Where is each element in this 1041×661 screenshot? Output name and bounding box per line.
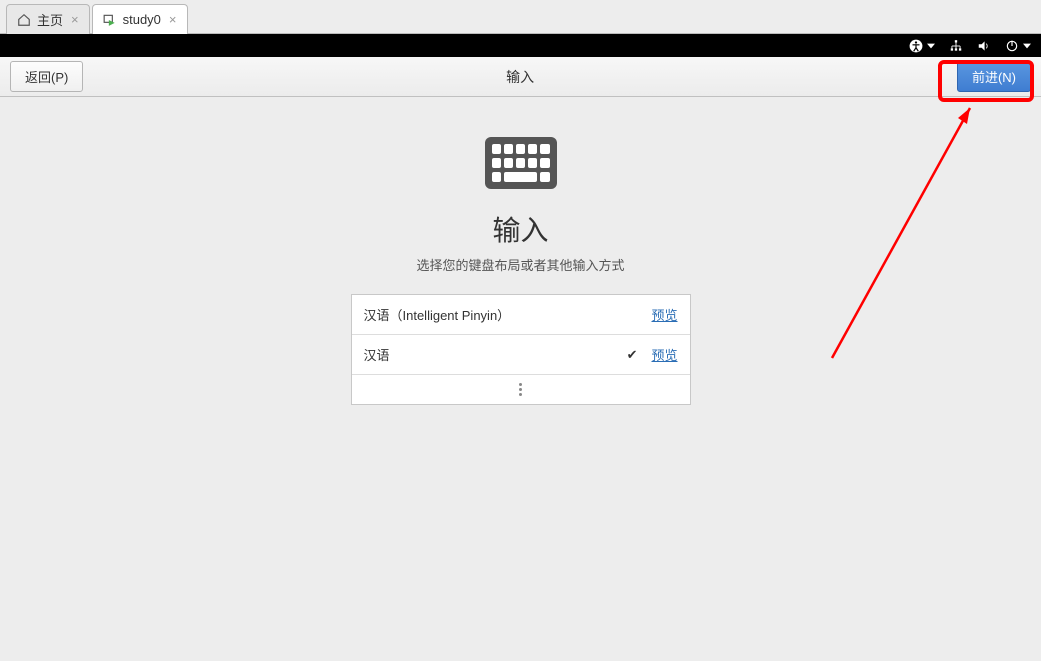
preview-link[interactable]: 预览 [651, 305, 677, 324]
close-icon[interactable]: × [169, 12, 177, 27]
chevron-down-icon[interactable] [927, 42, 935, 50]
list-item-label: 汉语 [364, 345, 627, 364]
network-icon[interactable] [949, 39, 963, 53]
next-button[interactable]: 前进(N) [957, 61, 1031, 92]
volume-icon[interactable] [977, 39, 991, 53]
power-icon[interactable] [1005, 39, 1019, 53]
preview-link[interactable]: 预览 [651, 345, 677, 364]
tab-home[interactable]: 主页 × [6, 4, 90, 34]
tab-bar: 主页 × study0 × [0, 0, 1041, 34]
home-icon [17, 13, 31, 27]
input-method-list: 汉语（Intelligent Pinyin） 预览 汉语 ✔ 预览 [351, 294, 691, 405]
page-title: 输入 [506, 67, 534, 87]
list-item-label: 汉语（Intelligent Pinyin） [364, 305, 652, 324]
more-options-button[interactable] [352, 375, 690, 404]
main-content: 输入 选择您的键盘布局或者其他输入方式 汉语（Intelligent Pinyi… [0, 97, 1041, 405]
list-item[interactable]: 汉语 ✔ 预览 [352, 335, 690, 375]
tab-label: 主页 [37, 10, 63, 29]
list-item[interactable]: 汉语（Intelligent Pinyin） 预览 [352, 295, 690, 335]
more-icon [519, 383, 522, 396]
back-button[interactable]: 返回(P) [10, 61, 83, 92]
vm-icon [103, 13, 117, 27]
main-title: 输入 [492, 209, 548, 249]
chevron-down-icon[interactable] [1023, 42, 1031, 50]
accessibility-icon[interactable] [909, 39, 923, 53]
header-bar: 返回(P) 输入 前进(N) [0, 57, 1041, 97]
check-icon: ✔ [627, 347, 638, 363]
main-subtitle: 选择您的键盘布局或者其他输入方式 [416, 255, 624, 274]
tab-label: study0 [123, 12, 161, 27]
system-bar [0, 34, 1041, 57]
tab-study0[interactable]: study0 × [92, 4, 188, 34]
keyboard-icon [485, 137, 557, 189]
close-icon[interactable]: × [71, 12, 79, 27]
